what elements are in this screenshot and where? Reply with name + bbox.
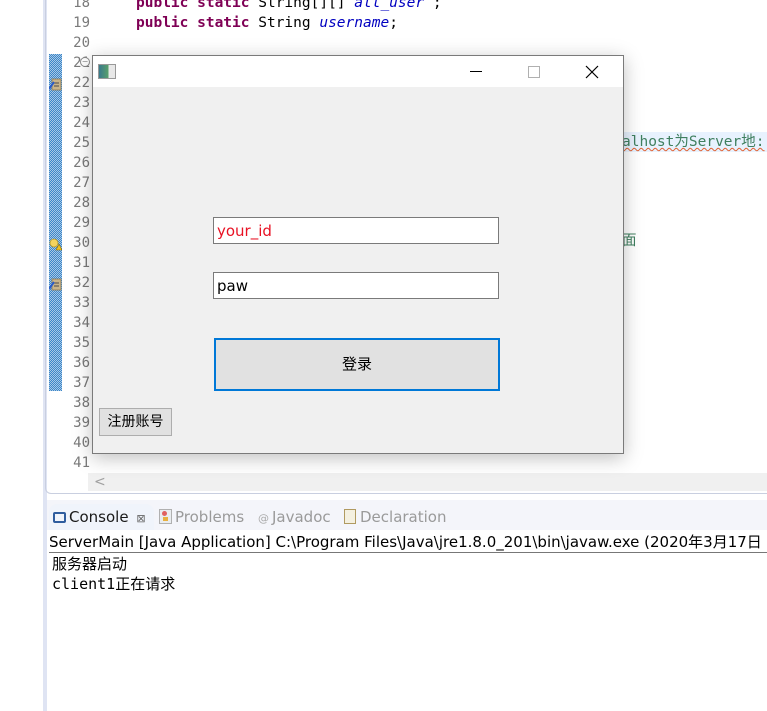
password-input[interactable]: paw: [213, 272, 499, 299]
scroll-left-icon[interactable]: <: [94, 473, 106, 491]
close-tab-icon[interactable]: ⊠: [136, 512, 145, 525]
line-number: 37: [73, 375, 90, 391]
problems-icon: [159, 509, 172, 524]
minimize-icon: [470, 71, 482, 72]
maximize-button[interactable]: [505, 56, 563, 87]
type: String[][]: [249, 0, 355, 11]
line-number: 26: [73, 155, 90, 171]
window-titlebar[interactable]: [93, 56, 623, 87]
login-button[interactable]: 登录: [214, 338, 500, 391]
tab-problems[interactable]: Problems: [159, 504, 244, 530]
change-ruler: [49, 54, 62, 391]
code-line-18: public static String[][] all_user ;: [136, 0, 442, 13]
line-number: 20: [73, 35, 90, 51]
warning-marker-icon: [49, 236, 63, 251]
line-number: 41: [73, 455, 90, 471]
close-icon: [585, 65, 599, 78]
console-tab-bar: Console ⊠ Problems @ Javadoc Declaration: [47, 500, 767, 530]
type: String: [249, 15, 320, 31]
minimize-button[interactable]: [447, 56, 505, 87]
tab-label: Declaration: [360, 508, 447, 526]
line-number: 38: [73, 395, 90, 411]
line-number: 32: [73, 275, 90, 291]
field-name: username: [319, 15, 390, 31]
line-number: 23: [73, 95, 90, 111]
punctuation: ;: [389, 15, 398, 31]
line-number: 22: [73, 75, 90, 91]
fold-collapse-icon[interactable]: −: [80, 57, 90, 67]
code-line-19: public static String username;: [136, 13, 398, 33]
line-number: 24: [73, 115, 90, 131]
register-account-button[interactable]: 注册账号: [99, 408, 172, 436]
user-id-input[interactable]: your_id: [213, 217, 499, 244]
desktop-strip: [0, 0, 43, 711]
line-number: 35: [73, 335, 90, 351]
login-window: your_id paw 登录 注册账号: [92, 55, 624, 454]
keyword: public static: [136, 0, 250, 11]
line-number: 36: [73, 355, 90, 371]
maximize-icon: [528, 65, 540, 78]
javadoc-icon: @: [258, 512, 269, 525]
line-number: 33: [73, 295, 90, 311]
declaration-icon: [344, 509, 356, 524]
punctuation: ;: [424, 0, 442, 11]
code-comment-line-25: alhost为Server地:: [622, 134, 765, 150]
console-line: client1正在请求: [52, 575, 176, 593]
line-number: 40: [73, 435, 90, 451]
tab-label: Problems: [175, 508, 245, 526]
code-comment-line-30: 面: [622, 233, 637, 249]
line-number: 25: [73, 135, 90, 151]
tab-label: Console: [69, 508, 129, 526]
line-number: 29: [73, 215, 90, 231]
tab-javadoc[interactable]: @ Javadoc: [258, 504, 331, 530]
override-marker-icon: [48, 276, 62, 291]
console-output[interactable]: [47, 530, 767, 711]
line-number: 27: [73, 175, 90, 191]
editor-horizontal-scrollbar[interactable]: <: [88, 473, 767, 491]
java-app-icon: [98, 64, 116, 79]
tab-console[interactable]: Console ⊠: [49, 504, 154, 530]
line-number: 18: [73, 0, 90, 11]
line-number: 30: [73, 235, 90, 251]
line-number: 39: [73, 415, 90, 431]
line-number: 28: [73, 195, 90, 211]
console-icon: [53, 512, 66, 523]
line-number: 19: [73, 15, 90, 31]
console-header-divider: [49, 552, 767, 553]
keyword: public static: [136, 15, 250, 31]
console-process-header: ServerMain [Java Application] C:\Program…: [49, 533, 767, 551]
tab-declaration[interactable]: Declaration: [344, 504, 446, 530]
field-name: all_user: [354, 0, 425, 11]
console-line: 服务器启动: [52, 555, 128, 573]
line-number: 31: [73, 255, 90, 271]
line-number: 34: [73, 315, 90, 331]
override-marker-icon: [48, 76, 62, 91]
tab-label: Javadoc: [272, 508, 331, 526]
close-button[interactable]: [563, 56, 621, 87]
